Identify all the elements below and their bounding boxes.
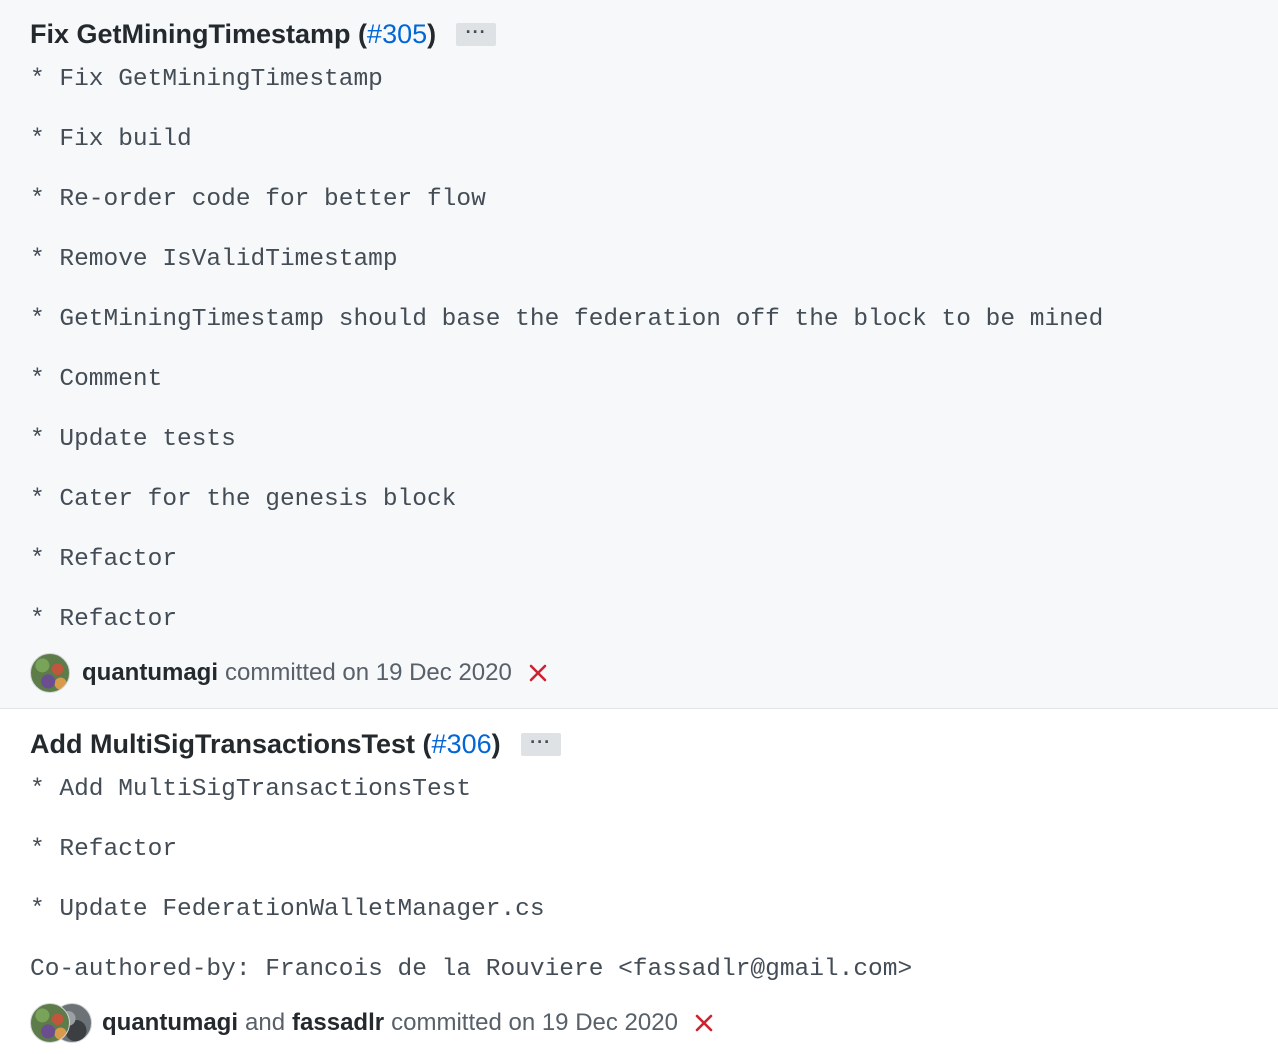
- message-line: * Add MultiSigTransactionsTest: [30, 776, 472, 803]
- author-link[interactable]: quantumagi: [102, 1009, 238, 1037]
- message-line: * Fix build: [30, 126, 192, 153]
- commit-title-row: Add MultiSigTransactionsTest (#306) ···: [30, 724, 561, 764]
- author-link[interactable]: quantumagi: [82, 659, 218, 687]
- x-icon[interactable]: [528, 663, 548, 683]
- message-line: * Update tests: [30, 426, 236, 453]
- commit-message: * Fix GetMiningTimestamp * Fix build * R…: [30, 50, 1103, 650]
- commit-meta: quantumagi and fassadlr committed on 19 …: [30, 1002, 714, 1044]
- and-text: and: [245, 1009, 286, 1036]
- commit-message: * Add MultiSigTransactionsTest * Refacto…: [30, 760, 912, 1000]
- committed-date: committed on 19 Dec 2020: [391, 1009, 678, 1036]
- message-line: * Refactor: [30, 546, 178, 573]
- coauthor-link[interactable]: fassadlr: [292, 1009, 384, 1037]
- message-line: * Cater for the genesis block: [30, 486, 457, 513]
- message-line: * Refactor: [30, 606, 178, 633]
- expand-message-button[interactable]: ···: [520, 732, 561, 756]
- x-icon[interactable]: [694, 1013, 714, 1033]
- committed-date: committed on 19 Dec 2020: [225, 659, 512, 686]
- message-line: * Remove IsValidTimestamp: [30, 246, 398, 273]
- message-line: * Fix GetMiningTimestamp: [30, 66, 383, 93]
- commit-title-row: Fix GetMiningTimestamp (#305) ···: [30, 14, 497, 54]
- message-line: * Re-order code for better flow: [30, 186, 486, 213]
- pr-link[interactable]: #305: [367, 19, 427, 49]
- commit-meta: quantumagi committed on 19 Dec 2020: [30, 652, 548, 694]
- message-line: * Refactor: [30, 836, 178, 863]
- expand-message-button[interactable]: ···: [456, 22, 497, 46]
- message-line: * GetMiningTimestamp should base the fed…: [30, 306, 1104, 333]
- avatar[interactable]: [30, 1003, 70, 1043]
- commit-item: Fix GetMiningTimestamp (#305) ··· * Fix …: [0, 0, 1278, 709]
- avatar[interactable]: [30, 653, 70, 693]
- message-line: Co-authored-by: Francois de la Rouviere …: [30, 956, 913, 983]
- commit-item: Add MultiSigTransactionsTest (#306) ··· …: [0, 710, 1278, 1054]
- avatar-stack: [30, 1003, 92, 1043]
- commit-title[interactable]: Fix GetMiningTimestamp (#305): [30, 19, 436, 50]
- message-line: * Update FederationWalletManager.cs: [30, 896, 545, 923]
- pr-link[interactable]: #306: [432, 729, 492, 759]
- commit-title[interactable]: Add MultiSigTransactionsTest (#306): [30, 729, 501, 760]
- message-line: * Comment: [30, 366, 163, 393]
